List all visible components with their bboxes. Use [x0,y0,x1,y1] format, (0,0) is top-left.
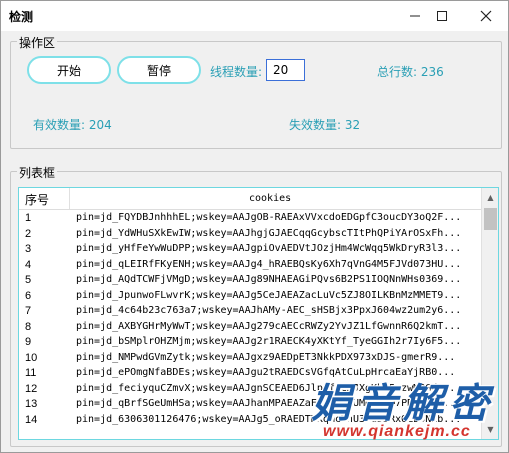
list-group-label: 列表框 [17,164,58,181]
valid-count-label: 有效数量: 204 [33,118,112,132]
row-cookie: pin=jd_4c64b23c763a7;wskey=AAJhAMy-AEC_s… [76,305,462,316]
watermark: 娟音解密 www.qiankejm.cc [301,361,506,451]
table-row[interactable]: 4 pin=jd_qLEIRfFKyENH;wskey=AAJg4_hRAEBQs… [19,258,481,274]
row-cookie: pin=jd_YdWHuSXkEwIW;wskey=AAJhgjGJAECqqG… [76,227,462,239]
row-index: 4 [25,258,32,271]
maximize-button[interactable] [425,1,459,31]
row-index: 1 [25,212,32,224]
total-rows-label: 总行数: 236 [377,65,444,79]
row-cookie: pin=jd_bSMplrOHZMjm;wskey=AAJg2r1RAECK4y… [76,336,462,347]
window-title: 检测 [9,10,34,24]
row-index: 13 [25,398,38,410]
start-button[interactable]: 开始 [27,56,111,84]
row-cookie: pin=jd_yHfFeYwWuDPP;wskey=AAJgpiOvAEDVtJ… [76,243,462,254]
row-index: 7 [25,305,32,317]
main-window: 检测 操作区 开始 暂停 线程数量: 20 总行数: 236 有效数量: 204… [0,0,509,453]
row-index: 12 [25,382,38,395]
close-icon [480,10,492,22]
close-button[interactable] [469,1,503,31]
row-cookie: pin=jd_qLEIRfFKyENH;wskey=AAJg4_hRAEBQsK… [76,258,462,270]
header-divider [69,188,70,209]
row-index: 9 [25,336,32,348]
scroll-thumb[interactable] [484,208,497,230]
row-index: 14 [25,413,38,426]
scroll-up-icon[interactable]: ▲ [485,192,496,203]
table-row[interactable]: 1 pin=jd_FQYDBJnhhhEL;wskey=AAJgOB-RAEAxV… [19,211,481,227]
threads-label: 线程数量: [210,65,263,79]
row-index: 11 [25,367,37,379]
threads-input[interactable]: 20 [266,59,305,81]
row-index: 10 [25,351,38,364]
column-header-cookies[interactable]: cookies [249,193,291,204]
pause-button[interactable]: 暂停 [117,56,201,84]
row-cookie: pin=jd_AQdTCWFjVMgD;wskey=AAJg89NHAEAGiP… [76,274,462,285]
table-row[interactable]: 3 pin=jd_yHfFeYwWuDPP;wskey=AAJgpiOvAEDVt… [19,242,481,258]
table-row[interactable]: 9 pin=jd_bSMplrOHZMjm;wskey=AAJg2r1RAECK4… [19,335,481,351]
row-index: 6 [25,289,32,302]
table-row[interactable]: 2 pin=jd_YdWHuSXkEwIW;wskey=AAJhgjGJAECqq… [19,227,481,243]
table-row[interactable]: 5 pin=jd_AQdTCWFjVMgD;wskey=AAJg89NHAEAGi… [19,273,481,289]
row-index: 2 [25,227,32,240]
row-cookie: pin=jd_FQYDBJnhhhEL;wskey=AAJgOB-RAEAxVV… [76,212,462,223]
table-header: 序号 cookies [19,188,498,210]
maximize-icon [437,11,447,21]
table-row[interactable]: 7 pin=jd_4c64b23c763a7;wskey=AAJhAMy-AEC_… [19,304,481,320]
operation-group: 操作区 开始 暂停 线程数量: 20 总行数: 236 有效数量: 204 失效… [10,34,502,149]
row-cookie: pin=jd_AXBYGHrMyWwT;wskey=AAJg279cAECcRW… [76,320,462,332]
table-row[interactable]: 6 pin=jd_JpunwoFLwvrK;wskey=AAJg5CeJAEAZa… [19,289,481,305]
title-bar: 检测 [1,1,508,31]
watermark-url: www.qiankejm.cc [323,423,471,440]
operation-group-label: 操作区 [17,34,58,51]
minimize-icon [410,15,420,17]
column-header-index[interactable]: 序号 [25,191,49,208]
row-index: 3 [25,243,32,255]
table-row[interactable]: 8 pin=jd_AXBYGHrMyWwT;wskey=AAJg279cAECcR… [19,320,481,336]
row-index: 8 [25,320,32,333]
row-cookie: pin=jd_JpunwoFLwvrK;wskey=AAJg5CeJAEAZac… [76,289,462,301]
row-index: 5 [25,274,32,286]
watermark-title: 娟音解密 [311,382,495,426]
invalid-count-label: 失效数量: 32 [289,118,361,132]
